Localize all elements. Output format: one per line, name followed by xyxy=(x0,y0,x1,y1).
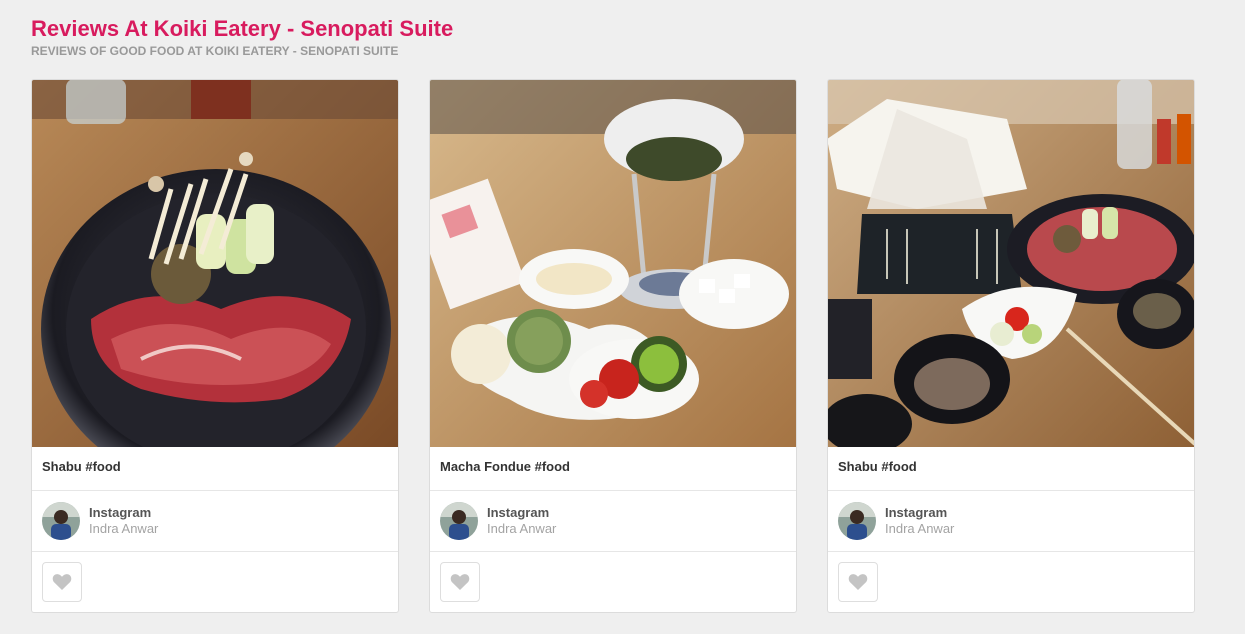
like-button[interactable] xyxy=(440,562,480,602)
post-photo[interactable] xyxy=(429,79,797,447)
post-actions xyxy=(828,552,1194,612)
post-card: Macha Fondue #food Instagram Indra Anwar xyxy=(429,79,797,613)
avatar[interactable] xyxy=(440,502,478,540)
source-user[interactable]: Indra Anwar xyxy=(89,521,158,537)
card-grid: Shabu #food Instagram Indra Anwar Macha … xyxy=(31,79,1195,613)
source-user[interactable]: Indra Anwar xyxy=(487,521,556,537)
post-caption: Macha Fondue #food xyxy=(430,447,796,491)
post-card: Shabu #food Instagram Indra Anwar xyxy=(827,79,1195,613)
source-name[interactable]: Instagram xyxy=(885,505,954,521)
avatar[interactable] xyxy=(42,502,80,540)
heart-icon xyxy=(450,574,470,590)
heart-icon xyxy=(52,574,72,590)
page-header: Reviews At Koiki Eatery - Senopati Suite… xyxy=(31,15,453,59)
heart-icon xyxy=(848,574,868,590)
post-card: Shabu #food Instagram Indra Anwar xyxy=(31,79,399,613)
post-source: Instagram Indra Anwar xyxy=(430,491,796,552)
post-actions xyxy=(32,552,398,612)
post-source: Instagram Indra Anwar xyxy=(32,491,398,552)
post-actions xyxy=(430,552,796,612)
source-name[interactable]: Instagram xyxy=(89,505,158,521)
like-button[interactable] xyxy=(838,562,878,602)
post-caption: Shabu #food xyxy=(32,447,398,491)
post-photo[interactable] xyxy=(31,79,399,447)
source-user[interactable]: Indra Anwar xyxy=(885,521,954,537)
post-caption: Shabu #food xyxy=(828,447,1194,491)
like-button[interactable] xyxy=(42,562,82,602)
page-subtitle: REVIEWS OF GOOD FOOD AT KOIKI EATERY - S… xyxy=(31,44,399,58)
page-title: Reviews At Koiki Eatery - Senopati Suite xyxy=(31,16,454,41)
source-name[interactable]: Instagram xyxy=(487,505,556,521)
avatar[interactable] xyxy=(838,502,876,540)
post-source: Instagram Indra Anwar xyxy=(828,491,1194,552)
post-photo[interactable] xyxy=(827,79,1195,447)
